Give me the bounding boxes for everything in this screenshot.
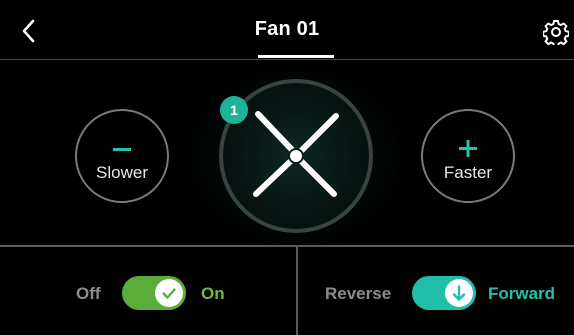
slower-label: Slower [96,163,148,182]
check-icon [162,288,176,299]
header: Fan 01 [0,0,574,60]
direction-toggle-knob [445,279,473,307]
forward-label: Forward [488,284,556,303]
speed-level-badge: 1 [220,96,248,124]
page-title: Fan 01 [254,18,320,40]
minus-icon [77,123,167,158]
reverse-label: Reverse [325,284,392,303]
faster-button[interactable]: Faster [421,109,515,203]
power-toggle-knob [155,279,183,307]
power-on-label: On [201,284,225,303]
direction-toggle[interactable] [412,276,476,310]
power-toggle[interactable] [122,276,186,310]
power-off-label: Off [76,284,101,303]
gear-icon [542,20,570,48]
slower-button[interactable]: Slower [75,109,169,203]
settings-button[interactable] [542,19,570,48]
bottom-divider [0,245,574,247]
vertical-divider [296,246,298,335]
plus-icon [423,123,513,162]
faster-label: Faster [443,163,493,182]
arrow-down-icon [452,285,466,301]
